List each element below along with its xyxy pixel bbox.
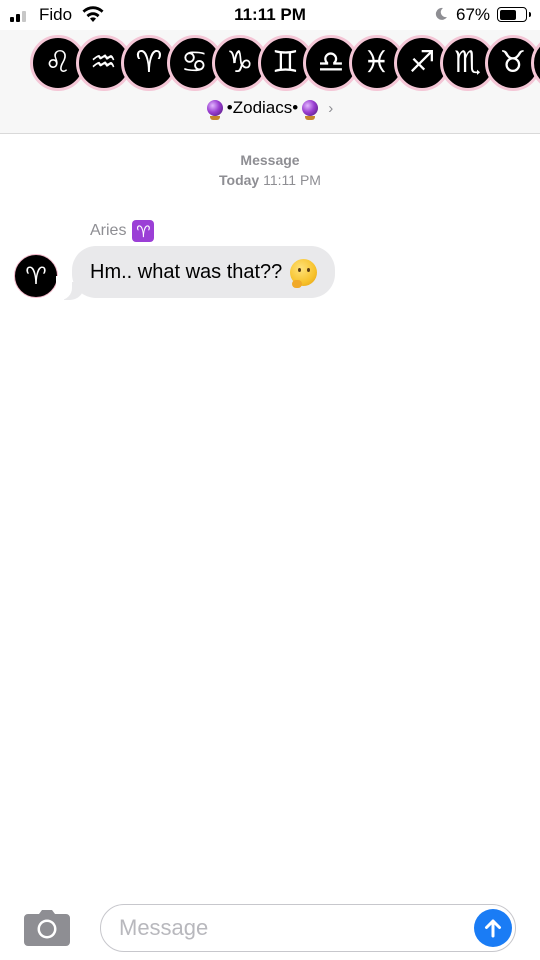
sender-name: Aries (90, 222, 127, 239)
aries-sign-badge: ♈ (132, 220, 155, 242)
timestamp-day: Today (219, 172, 260, 188)
message-composer[interactable] (100, 904, 516, 952)
chevron-right-icon: › (328, 99, 334, 117)
message-text: Hm.. what was that?? (90, 260, 283, 283)
group-name: •Zodiacs• (226, 98, 299, 117)
battery-fill (499, 9, 517, 20)
timestamp-time: 11:11 PM (263, 172, 321, 188)
conversation-timestamp: Today 11:11 PM (0, 172, 540, 188)
battery-percentage: 67% (456, 5, 491, 24)
crystal-ball-emoji (206, 100, 223, 120)
camera-icon[interactable] (24, 910, 70, 946)
incoming-message-bubble[interactable]: Hm.. what was that?? (72, 246, 336, 298)
battery-icon (497, 7, 531, 22)
do-not-disturb-moon-icon (435, 7, 447, 20)
conversation-header: ♌♒♈♋♑♊♎♓♐♏♉♍ •Zodiacs• › (0, 30, 540, 134)
message-input[interactable] (119, 905, 459, 950)
sender-label: Aries ♈ (90, 220, 155, 242)
group-name-button[interactable]: •Zodiacs• › (0, 98, 540, 120)
crystal-ball-emoji (302, 100, 319, 120)
thinking-face-emoji (290, 258, 318, 288)
message-service-label: Message (240, 152, 300, 168)
send-button[interactable] (474, 909, 512, 947)
status-bar: Fido 11:11 PM 67% (0, 0, 540, 30)
send-arrow-up-icon (485, 919, 501, 938)
group-avatar-stack[interactable]: ♌♒♈♋♑♊♎♓♐♏♉♍ (0, 30, 540, 94)
sender-avatar[interactable]: ♈ (14, 254, 58, 298)
